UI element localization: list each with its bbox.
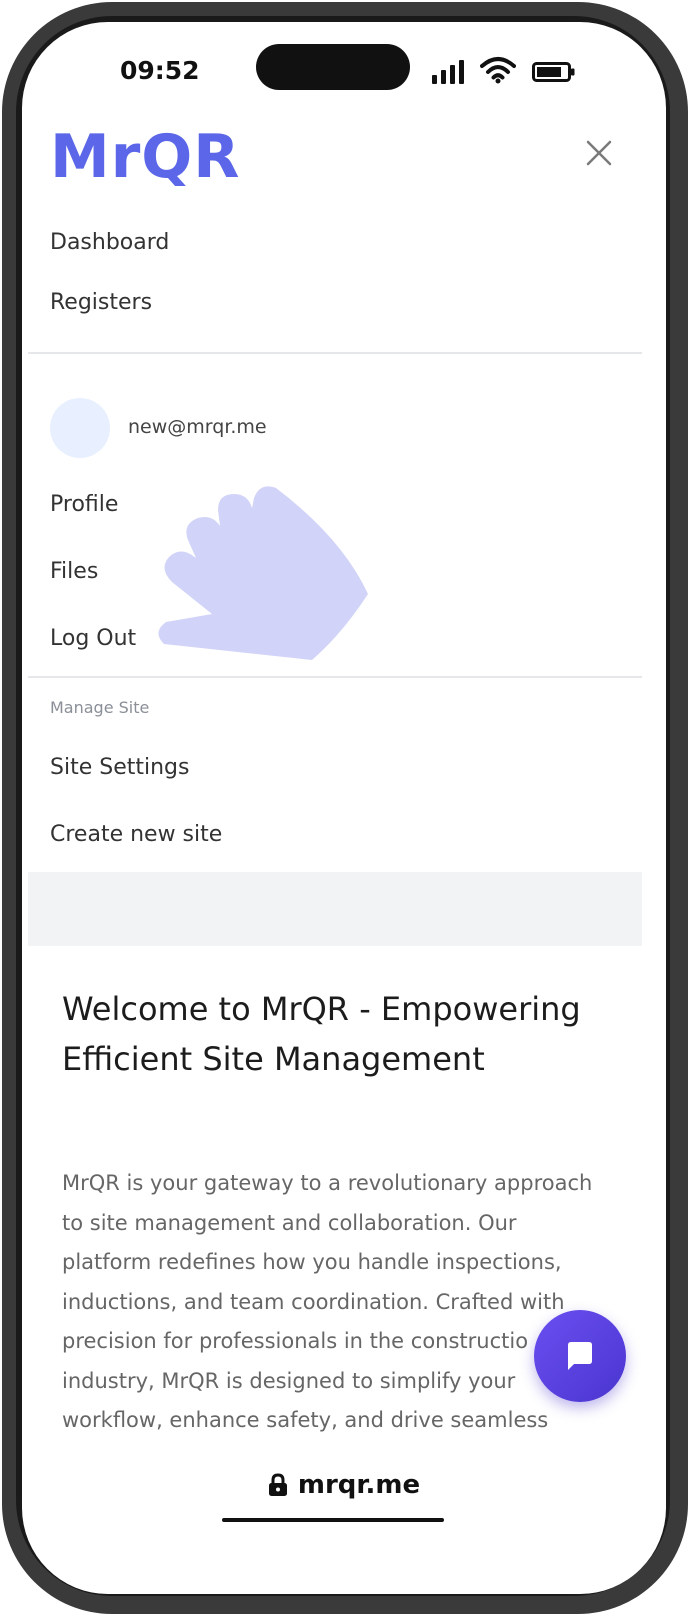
signal-icon — [432, 60, 464, 84]
chat-icon — [568, 1342, 592, 1370]
divider — [28, 352, 642, 354]
url-display[interactable]: mrqr.me — [268, 1470, 420, 1500]
user-email: new@mrqr.me — [128, 416, 267, 438]
welcome-body-line: inductions, and team coordination. Craft… — [62, 1289, 565, 1314]
wifi-icon — [480, 57, 516, 84]
welcome-body-line: MrQR is your gateway to a revolutionary … — [62, 1171, 593, 1195]
welcome-body-line: platform redefines how you handle inspec… — [62, 1250, 562, 1274]
menu-item-files[interactable]: Files — [50, 559, 98, 584]
menu-item-site-settings[interactable]: Site Settings — [50, 755, 189, 780]
menu-item-create-site[interactable]: Create new site — [50, 822, 222, 847]
status-icons — [432, 56, 576, 84]
menu-item-profile[interactable]: Profile — [50, 492, 118, 517]
welcome-title: Welcome to MrQR - Empowering Efficient S… — [62, 990, 581, 1078]
welcome-body-line: to site management and collaboration. Ou… — [62, 1210, 517, 1235]
status-time: 09:52 — [120, 56, 200, 85]
browser-url-bar[interactable]: mrqr.me — [22, 1470, 666, 1501]
close-icon[interactable] — [582, 136, 616, 170]
menu-footer-band — [28, 872, 642, 946]
welcome-body-line: workflow, enhance safety, and drive seam… — [62, 1408, 549, 1432]
screen: 09:52 MrQR Dashboard Registers new@mrqr.… — [22, 22, 666, 1594]
chat-button[interactable] — [534, 1310, 626, 1402]
app-logo[interactable]: MrQR — [50, 122, 241, 192]
url-text: mrqr.me — [297, 1470, 421, 1500]
menu-item-logout[interactable]: Log Out — [50, 626, 136, 651]
home-indicator[interactable] — [222, 1518, 444, 1522]
dynamic-island — [256, 44, 410, 90]
battery-icon — [532, 62, 575, 82]
menu-item-registers[interactable]: Registers — [50, 290, 152, 315]
menu-item-dashboard[interactable]: Dashboard — [50, 230, 169, 255]
welcome-body: MrQR is your gateway to a revolutionary … — [62, 1164, 622, 1441]
section-label-manage-site: Manage Site — [50, 698, 150, 717]
lock-icon — [268, 1473, 287, 1496]
pointing-hand-icon — [158, 486, 368, 660]
avatar — [50, 398, 110, 458]
divider — [28, 676, 642, 678]
